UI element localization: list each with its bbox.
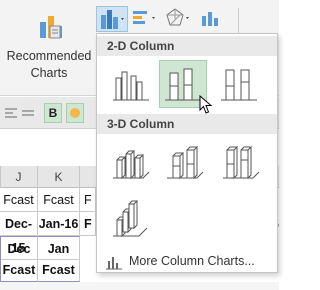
bold-button[interactable]: B — [44, 103, 62, 123]
cell-j4[interactable]: Fcast — [0, 258, 38, 282]
recommended-charts-button[interactable]: Recommended Charts — [4, 4, 94, 90]
fill-color-icon[interactable] — [66, 103, 84, 123]
mouse-cursor-icon — [199, 95, 213, 114]
bar-chart-dropdown-button[interactable] — [130, 6, 160, 32]
chart-mini-icon — [202, 12, 218, 26]
more-column-charts-label: More Column Charts... — [129, 254, 255, 268]
3d-stacked-column-option[interactable] — [161, 138, 209, 186]
recommended-charts-icon — [40, 16, 62, 39]
100-percent-stacked-column-icon — [221, 69, 257, 101]
cell-l1[interactable]: F — [80, 188, 96, 212]
cell-l2[interactable]: F — [80, 212, 96, 236]
3d-100-percent-stacked-column-option[interactable] — [217, 138, 265, 186]
clustered-column-icon — [113, 71, 149, 101]
equals-icon[interactable] — [20, 103, 36, 123]
column-header-k[interactable]: K — [38, 166, 80, 188]
cell-j1[interactable]: Fcast — [0, 188, 38, 212]
recommended-charts-label: Recommended Charts — [4, 48, 94, 82]
column-chart-dropdown: 2-D Column 3-D Column More Column Charts… — [96, 33, 278, 273]
column-header-j[interactable]: J — [0, 166, 38, 188]
column-chart-icon — [101, 10, 124, 29]
more-column-charts-link[interactable]: More Column Charts... — [103, 252, 273, 272]
100-percent-stacked-column-option[interactable] — [215, 60, 263, 108]
cell-j3[interactable]: Dec — [0, 236, 38, 260]
bar-chart-icon — [133, 11, 155, 24]
3d-column-icon — [113, 199, 148, 238]
grid-empty-row — [0, 282, 279, 290]
3d-clustered-column-icon — [113, 149, 150, 180]
3d-stacked-column-icon — [167, 145, 204, 180]
recommended-label-line2: Charts — [30, 66, 68, 80]
section-3d-column-header: 3-D Column — [97, 114, 277, 134]
cell-k2[interactable]: Jan-16 — [38, 212, 80, 236]
align-left-icon[interactable] — [4, 103, 18, 123]
cell-k3[interactable]: Jan — [38, 236, 80, 260]
section-2d-column-header: 2-D Column — [97, 36, 277, 56]
3d-column-option[interactable] — [107, 194, 155, 242]
3d-clustered-column-option[interactable] — [107, 138, 155, 186]
cell-j2[interactable]: Dec-15 — [0, 212, 38, 255]
more-charts-icon — [106, 257, 122, 270]
other-chart-button[interactable] — [196, 6, 226, 32]
radar-chart-dropdown-button[interactable] — [163, 6, 193, 32]
3d-100-percent-stacked-column-icon — [223, 145, 260, 180]
recommended-label-line1: Recommended — [6, 49, 92, 63]
cell-k4[interactable]: Fcast — [38, 258, 80, 282]
cell-k1[interactable]: Fcast — [38, 188, 80, 212]
radar-chart-icon — [166, 8, 189, 26]
clustered-column-option[interactable] — [107, 60, 155, 108]
column-chart-dropdown-button[interactable] — [96, 6, 128, 32]
